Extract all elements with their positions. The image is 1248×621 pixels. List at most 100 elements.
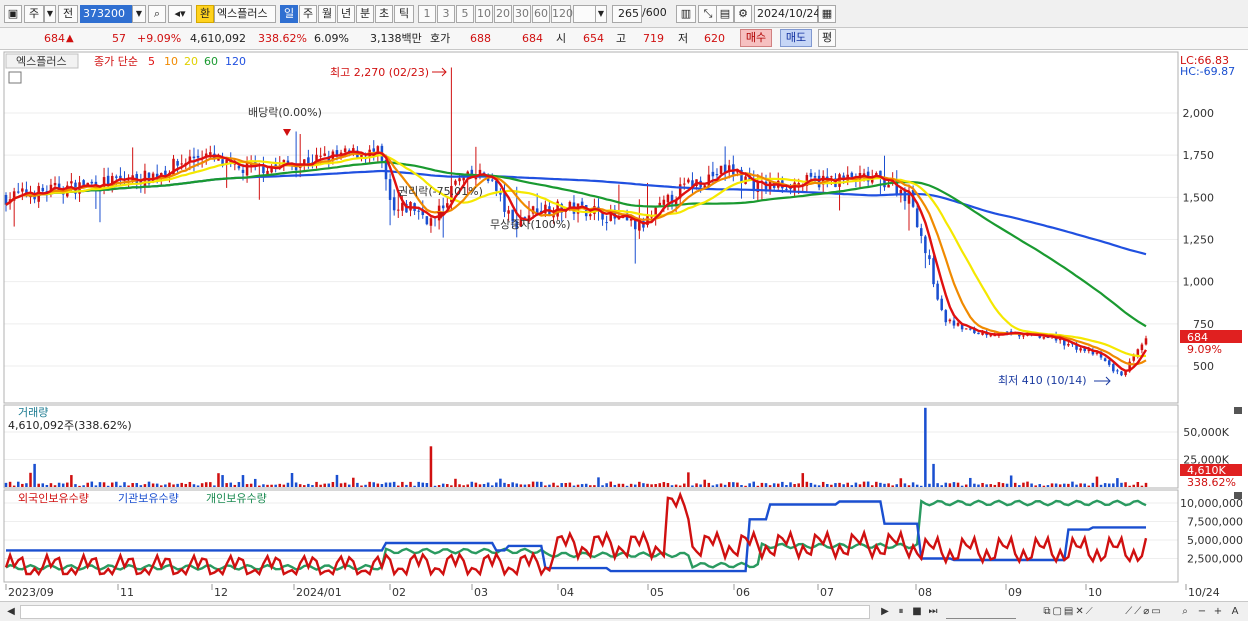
- candle-body: [115, 176, 118, 178]
- volume-bar: [764, 483, 768, 487]
- candle-body: [928, 255, 931, 260]
- volume-bar: [61, 483, 65, 487]
- date-input[interactable]: 2024/10/24: [754, 5, 820, 23]
- volume-bar: [323, 483, 326, 487]
- zoom-out-icon[interactable]: −: [1196, 605, 1208, 619]
- save-icon[interactable]: ▤: [716, 5, 734, 23]
- candle-body: [719, 165, 723, 174]
- volume-bar: [278, 483, 282, 487]
- prev-button[interactable]: 전: [58, 5, 78, 23]
- volume-bar: [609, 481, 612, 487]
- zoom-slider[interactable]: [946, 605, 1016, 619]
- minute-30[interactable]: 30: [513, 5, 531, 23]
- volume-bar: [1058, 484, 1062, 487]
- minute-1[interactable]: 1: [418, 5, 436, 23]
- volume-bar: [303, 485, 306, 487]
- zoom-in-icon[interactable]: +: [1212, 605, 1224, 619]
- candle-body: [936, 283, 939, 300]
- font-size-icon[interactable]: A: [1228, 605, 1242, 619]
- candle-body: [932, 258, 935, 285]
- period-tab-tick[interactable]: 틱: [394, 5, 414, 23]
- volume-bar: [21, 483, 24, 487]
- scroll-track[interactable]: [20, 605, 870, 619]
- window-menu-icon[interactable]: ▣: [4, 5, 22, 23]
- up-arrow-icon: ▲: [66, 33, 74, 44]
- zoom-search-icon[interactable]: ⌕: [1178, 605, 1192, 619]
- volume-bar: [1054, 483, 1058, 487]
- calendar-icon[interactable]: ▦: [818, 5, 836, 23]
- period-tab-day[interactable]: 일: [280, 5, 298, 23]
- volume-bar: [327, 483, 331, 487]
- volume-bar: [233, 484, 237, 487]
- period-tab-minute[interactable]: 분: [356, 5, 374, 23]
- minute-120[interactable]: 120: [551, 5, 573, 23]
- custom-period-dropdown-icon[interactable]: ▼: [595, 5, 607, 23]
- candle-body: [1067, 343, 1070, 346]
- candle-body: [785, 188, 788, 190]
- stop-icon[interactable]: ■: [910, 605, 924, 619]
- candle-body: [164, 170, 167, 175]
- candle-body: [319, 155, 322, 157]
- gear-icon[interactable]: ⚙: [734, 5, 752, 23]
- minute-3[interactable]: 3: [437, 5, 455, 23]
- scroll-left-icon[interactable]: ◀: [4, 605, 18, 619]
- sell-button[interactable]: 매도: [780, 29, 812, 47]
- volume-bar: [311, 485, 314, 487]
- search-icon[interactable]: ⌕: [148, 5, 166, 23]
- count-input[interactable]: 265: [612, 5, 642, 23]
- period-tab-week[interactable]: 주: [299, 5, 317, 23]
- code-dropdown-icon[interactable]: ▼: [132, 5, 146, 23]
- drawing-tools-icon[interactable]: ⧉▢▤✕⟋: [1024, 605, 1114, 619]
- volume-bar: [940, 485, 943, 487]
- candle-icon[interactable]: ▥: [676, 5, 696, 23]
- volume-bar: [523, 484, 527, 487]
- speaker-icon[interactable]: ◂▾: [168, 5, 192, 23]
- minute-5[interactable]: 5: [456, 5, 474, 23]
- period-tab-year[interactable]: 년: [337, 5, 355, 23]
- play-icon[interactable]: ▶: [878, 605, 892, 619]
- holding-pane-close-icon[interactable]: [1234, 492, 1242, 499]
- market-dropdown-icon[interactable]: ▼: [44, 5, 56, 23]
- x-tick-label: 06: [736, 586, 750, 599]
- volume-bar: [826, 484, 829, 487]
- stock-code-input[interactable]: 373200: [80, 5, 132, 23]
- x-tick-label: 10/24: [1188, 586, 1220, 599]
- buy-button[interactable]: 매수: [740, 29, 772, 47]
- price-tick-label: 2,000: [1183, 107, 1215, 120]
- volume-bar: [294, 482, 298, 487]
- market-select[interactable]: 주: [24, 5, 44, 23]
- draw-shapes-icon[interactable]: ⟋⟋⌀▭: [1116, 605, 1172, 619]
- fast-forward-icon[interactable]: ⏭: [926, 605, 940, 619]
- volume-bar: [601, 485, 604, 487]
- candle-body: [441, 205, 445, 209]
- data-table-icon[interactable]: [8, 71, 22, 84]
- volume-bar: [70, 475, 73, 487]
- x-tick-label: 02: [392, 586, 406, 599]
- volume-bar: [192, 484, 196, 487]
- x-tick-label: 07: [820, 586, 834, 599]
- volume-bar: [687, 472, 690, 487]
- volume-bar: [711, 485, 715, 487]
- low-annotation: 최저 410 (10/14): [998, 374, 1087, 387]
- pause-icon[interactable]: ⏸: [894, 605, 908, 619]
- x-tick-label: 05: [650, 586, 664, 599]
- volume-pane-close-icon[interactable]: [1234, 407, 1242, 414]
- period-tab-second[interactable]: 초: [375, 5, 393, 23]
- volume-bar: [1075, 484, 1078, 487]
- volume-bar: [1087, 485, 1091, 487]
- candle-body: [662, 199, 666, 205]
- period-tab-month[interactable]: 월: [318, 5, 336, 23]
- minute-60[interactable]: 60: [532, 5, 550, 23]
- volume-bar: [372, 482, 376, 487]
- minute-10[interactable]: 10: [475, 5, 493, 23]
- volume-bar: [646, 483, 649, 487]
- currency-toggle[interactable]: 환: [196, 5, 214, 23]
- avg-button[interactable]: 평: [818, 29, 836, 47]
- candle-body: [723, 164, 727, 173]
- draw-tools-icon[interactable]: ⤡: [698, 5, 718, 23]
- volume-pane-title: 거래량: [18, 406, 48, 419]
- volume-bar: [544, 485, 547, 487]
- minute-20[interactable]: 20: [494, 5, 512, 23]
- price-volume-holding-chart[interactable]: 2,0001,7501,5001,2501,00075050050,000K25…: [0, 50, 1248, 603]
- low-arrow-icon: [1094, 376, 1111, 386]
